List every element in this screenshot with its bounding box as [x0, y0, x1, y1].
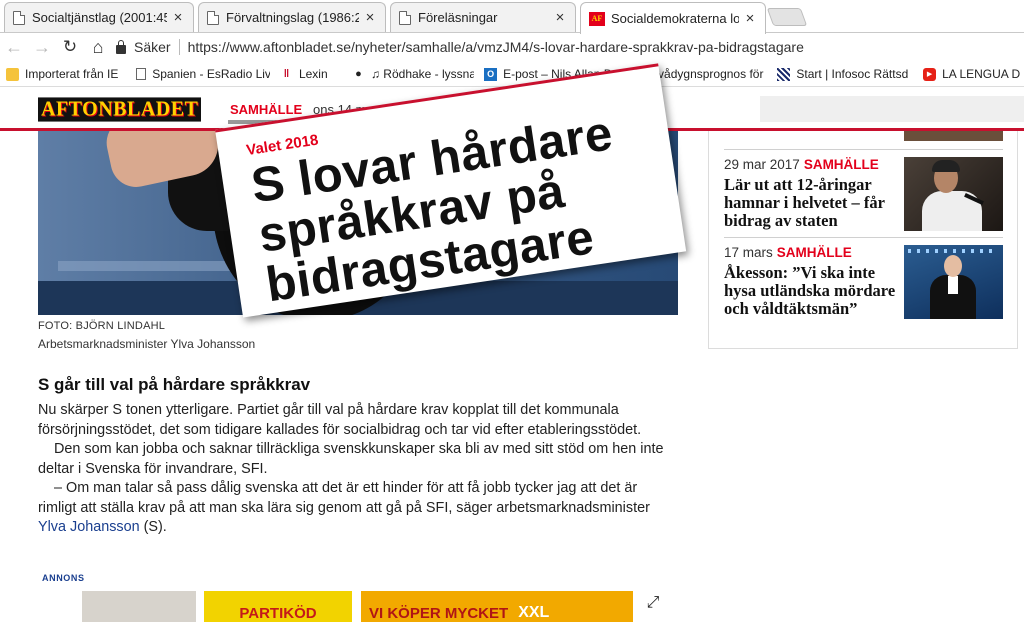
bookmark-item[interactable]: Importerat från IE — [6, 67, 126, 81]
bookmark-label: Tvådygnsprognos för — [650, 67, 764, 81]
bird-icon: ● — [355, 68, 362, 80]
bookmark-label: Start | Infosoc Rättsd — [796, 67, 909, 81]
photo-detail — [948, 276, 958, 294]
lexin-icon: ǁ — [283, 68, 290, 80]
section-label[interactable]: SAMHÄLLE — [230, 102, 302, 117]
tab-strip: Socialtjänstlag (2001:453 × Förvaltnings… — [0, 0, 1024, 34]
outlook-icon: O — [484, 67, 498, 81]
related-articles-sidebar: 29 mar 2017 SAMHÄLLE Lär ut att 12-åringa… — [708, 131, 1018, 349]
related-article-date: 29 mar 2017 — [724, 157, 800, 172]
forward-arrow-icon[interactable]: → — [28, 33, 56, 61]
folder-icon — [6, 67, 19, 81]
page-icon — [399, 10, 411, 25]
ad-text: XXL — [518, 604, 550, 621]
tab-title: Socialdemokraterna lova — [611, 11, 739, 26]
person-link[interactable]: Ylva Johansson — [38, 519, 140, 535]
photo-caption: Arbetsmarknadsminister Ylva Johansson — [38, 337, 256, 351]
divider — [178, 39, 180, 55]
ad-label: ANNONS — [42, 573, 85, 583]
related-article-date: 17 mars — [724, 245, 773, 260]
tab-title: Socialtjänstlag (2001:453 — [32, 10, 167, 25]
infosoc-icon — [777, 67, 791, 81]
page-icon — [136, 68, 147, 80]
page-icon — [13, 10, 25, 25]
related-article-headline[interactable]: Åkesson: ”Vi ska inte hysa utländska mör… — [724, 264, 896, 318]
related-article-section: SAMHÄLLE — [803, 157, 879, 172]
new-tab-button[interactable] — [766, 8, 808, 26]
secure-label: Säker — [134, 39, 171, 55]
close-icon[interactable]: × — [171, 9, 185, 26]
paragraph-text: (S). — [139, 519, 167, 535]
home-icon[interactable]: ⌂ — [84, 33, 112, 61]
thumbnail-image[interactable] — [904, 157, 1003, 231]
url-text[interactable]: https://www.aftonbladet.se/nyheter/samha… — [188, 39, 804, 55]
bookmark-item[interactable]: ▶ LA LENGUA D — [923, 67, 1020, 81]
related-article-section: SAMHÄLLE — [776, 245, 852, 260]
article-paragraph: – Om man talar så pass dålig svenska att… — [38, 479, 678, 538]
ad-text: VI KÖPER MYCKET — [369, 605, 509, 622]
bookmarks-bar: Importerat från IE Spanien - EsRadio Liv… — [0, 62, 1024, 87]
tab-socialtjanstlag[interactable]: Socialtjänstlag (2001:453 × — [4, 2, 194, 32]
bookmark-item[interactable]: Spanien - EsRadio Liv — [136, 67, 270, 81]
reload-icon[interactable]: ↻ — [56, 33, 84, 61]
aftonbladet-logo[interactable]: AFTONBLADET — [38, 97, 202, 122]
bookmark-label: Lexin — [298, 67, 328, 81]
close-icon[interactable]: × — [363, 9, 377, 26]
address-bar[interactable]: Säker https://www.aftonbladet.se/nyheter… — [112, 36, 1024, 58]
article-subheading: S går till val på hårdare språkkrav — [38, 375, 311, 394]
ad-banner[interactable]: PARTIKÖD — [204, 591, 352, 622]
related-article-headline[interactable]: Lär ut att 12-åringar hamnar i helvetet … — [724, 176, 896, 230]
page-icon — [207, 10, 219, 25]
back-arrow-icon[interactable]: ← — [0, 33, 28, 61]
bookmark-label: ♫ Rödhake - lyssna t — [370, 67, 475, 81]
ad-text: PARTIKÖD — [239, 605, 317, 622]
close-icon[interactable]: × — [743, 10, 757, 27]
close-icon[interactable]: × — [553, 9, 567, 26]
bookmark-label: LA LENGUA D — [942, 67, 1021, 81]
article-paragraph: Den som kan jobba och saknar tillräcklig… — [38, 441, 664, 477]
tab-title: Föreläsningar — [418, 10, 498, 25]
article-paragraph: Nu skärper S tonen ytterligare. Partiet … — [38, 402, 642, 438]
header-search-area[interactable] — [760, 96, 1024, 122]
bookmark-label: Spanien - EsRadio Liv — [152, 67, 270, 81]
tab-forelasningar[interactable]: Föreläsningar × — [390, 2, 576, 32]
bookmark-label: Importerat från IE — [25, 67, 119, 81]
youtube-icon: ▶ — [923, 67, 937, 81]
divider — [724, 237, 1003, 238]
aftonbladet-favicon-icon: AF — [589, 11, 605, 26]
tab-title: Förvaltningslag (1986:22 — [226, 10, 359, 25]
tab-forvaltningslag[interactable]: Förvaltningslag (1986:22 × — [198, 2, 386, 32]
bookmark-item[interactable]: Start | Infosoc Rättsd — [777, 67, 913, 81]
tab-aftonbladet-active[interactable]: AF Socialdemokraterna lova × — [580, 2, 766, 34]
thumbnail-image[interactable] — [904, 131, 1003, 141]
browser-toolbar: ← → ↻ ⌂ Säker https://www.aftonbladet.se… — [0, 33, 1024, 61]
article-body: Nu skärper S tonen ytterligare. Partiet … — [38, 401, 678, 538]
divider — [724, 149, 1003, 150]
bookmark-item[interactable]: ǁ Lexin — [280, 67, 342, 81]
expand-icon[interactable]: ⤢ — [644, 594, 662, 612]
thumbnail-image[interactable] — [904, 245, 1003, 319]
ad-banner[interactable]: VI KÖPER MYCKET XXL — [361, 591, 633, 622]
ad-banner[interactable] — [82, 591, 196, 622]
photo-detail — [908, 249, 998, 253]
photo-detail — [944, 255, 962, 277]
bookmark-item[interactable]: ● ♫ Rödhake - lyssna t — [352, 67, 474, 81]
photo-credit: FOTO: BJÖRN LINDAHL — [38, 320, 166, 332]
photo-detail — [932, 160, 960, 172]
paragraph-text: – Om man talar så pass dålig svenska att… — [38, 480, 650, 516]
lock-icon — [116, 39, 126, 54]
